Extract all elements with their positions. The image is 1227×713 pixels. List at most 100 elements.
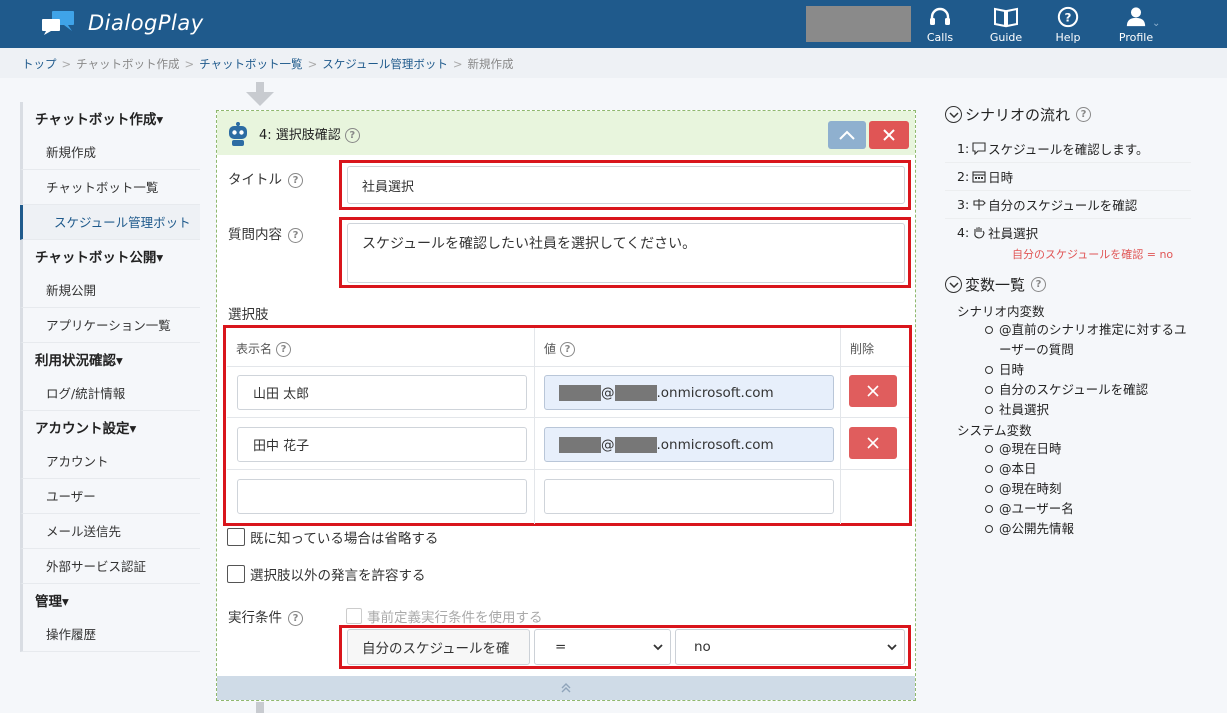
choice-name-input[interactable]: 田中 花子 <box>237 427 527 462</box>
help-circle-icon[interactable]: ? <box>560 342 576 357</box>
nav-item-account[interactable]: アカウント <box>20 444 200 479</box>
chevron-down-icon <box>653 644 663 651</box>
variable-item[interactable]: @本日 <box>985 459 1195 479</box>
breadcrumb-list[interactable]: チャットボット一覧 <box>199 57 302 71</box>
condition-value-select[interactable]: no <box>675 629 905 665</box>
nav-item-bot-list[interactable]: チャットボット一覧 <box>20 170 200 205</box>
title-label-text: タイトル <box>228 172 282 188</box>
nav-item-users[interactable]: ユーザー <box>20 479 200 514</box>
calendar-icon <box>972 171 986 183</box>
system-vars-list: @現在日時 @本日 @現在時刻 @ユーザー名 @公開先情報 <box>945 439 1195 539</box>
step-text: 日時 <box>988 170 1014 185</box>
redacted-box <box>806 6 911 42</box>
help-button[interactable]: ? Help <box>1040 6 1096 44</box>
breadcrumb-top[interactable]: トップ <box>22 57 57 71</box>
nav-item-new[interactable]: 新規作成 <box>20 135 200 170</box>
nav-group-publish[interactable]: チャットボット公開▾ <box>20 240 200 273</box>
breadcrumb-create: チャットボット作成 <box>76 57 180 71</box>
nav-item-logs[interactable]: ログ/統計情報 <box>20 376 200 411</box>
choice-value-input[interactable]: @ .onmicrosoft.com <box>544 375 834 410</box>
at-sign: @ <box>601 384 615 401</box>
nav-item-app-list[interactable]: アプリケーション一覧 <box>20 308 200 343</box>
robot-icon <box>229 122 247 146</box>
move-up-button[interactable] <box>828 121 866 149</box>
chevron-down-icon[interactable]: ⌄ <box>1152 18 1160 29</box>
flow-title[interactable]: シナリオの流れ? <box>945 104 1195 125</box>
nav-item-schedule-bot[interactable]: スケジュール管理ボット <box>20 205 200 240</box>
help-circle-icon[interactable]: ? <box>1031 277 1047 292</box>
title-input[interactable]: 社員選択 <box>347 166 905 204</box>
flow-step[interactable]: 1: スケジュールを確認します。 <box>945 135 1191 163</box>
flow-step[interactable]: 4: 社員選択 <box>945 219 1191 246</box>
delete-step-button[interactable] <box>869 121 909 149</box>
nav-group-usage[interactable]: 利用状況確認▾ <box>20 343 200 376</box>
nav-group-create[interactable]: チャットボット作成▾ <box>20 102 200 135</box>
delete-row-button[interactable] <box>849 375 897 407</box>
title-label: タイトル? <box>228 168 303 188</box>
allow-other-checkbox[interactable]: 選択肢以外の発言を許容する <box>227 564 426 584</box>
sidebar: チャットボット作成▾ 新規作成 チャットボット一覧 スケジュール管理ボット チャ… <box>20 102 200 652</box>
help-circle-icon[interactable]: ? <box>344 128 360 143</box>
choice-value-input[interactable] <box>544 479 834 514</box>
vars-title[interactable]: 変数一覧? <box>945 274 1195 295</box>
collapse-bar[interactable] <box>217 676 915 700</box>
chevron-down-icon[interactable] <box>945 106 962 123</box>
question-textarea[interactable]: スケジュールを確認したい社員を選択してください。 <box>347 223 905 283</box>
scenario-vars-heading: シナリオ内変数 <box>957 304 1045 319</box>
help-circle-icon[interactable]: ? <box>288 172 303 188</box>
close-icon <box>883 129 895 141</box>
step-number: 2: <box>957 169 970 184</box>
variable-item[interactable]: @現在日時 <box>985 439 1195 459</box>
delete-row-button[interactable] <box>849 427 897 459</box>
col-value-text: 値 <box>544 342 557 356</box>
condition-variable-select[interactable]: 自分のスケジュールを確 <box>347 629 530 665</box>
variable-item[interactable]: @ユーザー名 <box>985 499 1195 519</box>
calls-button[interactable]: Calls <box>912 6 968 44</box>
nav-item-history[interactable]: 操作履歴 <box>20 617 200 652</box>
checkbox-box[interactable] <box>227 528 245 546</box>
nav-group-admin[interactable]: 管理▾ <box>20 584 200 617</box>
variable-item[interactable]: 日時 <box>985 360 1195 380</box>
guide-button[interactable]: Guide <box>978 6 1034 44</box>
card-header: 4: 選択肢確認? <box>217 111 915 155</box>
predefined-condition-label: 事前定義実行条件を使用する <box>367 610 543 626</box>
choice-value-input[interactable]: @ .onmicrosoft.com <box>544 427 834 462</box>
checkbox-box[interactable] <box>227 565 245 583</box>
variable-item[interactable]: @現在時刻 <box>985 479 1195 499</box>
help-circle-icon[interactable]: ? <box>1076 107 1092 122</box>
headset-icon <box>930 7 950 25</box>
help-circle-icon[interactable]: ? <box>288 610 303 626</box>
flow-title-text: シナリオの流れ <box>965 106 1071 124</box>
variable-item[interactable]: 社員選択 <box>985 400 1195 420</box>
choices-table: 表示名? 値? 削除 山田 太郎 @ .onmicrosoft.com 田中 花子… <box>227 328 909 524</box>
divider <box>840 328 841 524</box>
help-circle-icon[interactable]: ? <box>288 227 303 243</box>
choice-name-input[interactable] <box>237 479 527 514</box>
divider <box>227 417 909 418</box>
breadcrumb-bot[interactable]: スケジュール管理ボット <box>322 57 448 71</box>
nav-item-new-publish[interactable]: 新規公開 <box>20 273 200 308</box>
col-header-value: 値? <box>544 340 576 357</box>
speech-icon <box>972 142 986 155</box>
checkbox-box[interactable] <box>346 608 362 624</box>
guide-label: Guide <box>989 31 1023 44</box>
step-text: 自分のスケジュールを確認 <box>988 198 1138 213</box>
flow-step[interactable]: 2: 日時 <box>945 163 1191 191</box>
nav-item-mail[interactable]: メール送信先 <box>20 514 200 549</box>
flow-step[interactable]: 3: 自分のスケジュールを確認 <box>945 191 1191 219</box>
chevron-up-icon <box>839 130 855 140</box>
skip-known-checkbox[interactable]: 既に知っている場合は省略する <box>227 527 438 547</box>
logo[interactable]: DialogPlay <box>40 10 204 36</box>
choice-name-input[interactable]: 山田 太郎 <box>237 375 527 410</box>
step-number: 1: <box>957 141 970 156</box>
predefined-condition-checkbox[interactable]: 事前定義実行条件を使用する <box>346 606 543 626</box>
help-circle-icon[interactable]: ? <box>276 342 292 357</box>
step-text: 社員選択 <box>988 226 1039 241</box>
condition-operator-select[interactable]: = <box>534 629 671 665</box>
nav-item-external-auth[interactable]: 外部サービス認証 <box>20 549 200 584</box>
chevron-down-icon[interactable] <box>945 276 962 293</box>
variable-item[interactable]: @公開先情報 <box>985 519 1195 539</box>
variable-item[interactable]: @直前のシナリオ推定に対するユーザーの質問 <box>985 320 1195 360</box>
nav-group-account[interactable]: アカウント設定▾ <box>20 411 200 444</box>
variable-item[interactable]: 自分のスケジュールを確認 <box>985 380 1195 400</box>
